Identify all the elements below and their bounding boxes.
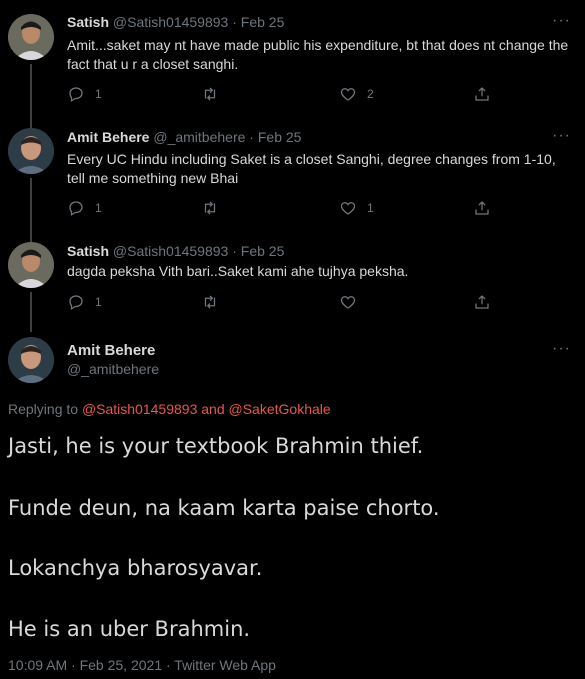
main-tweet-line: Lokanchya bharosyavar.: [8, 556, 263, 580]
avatar[interactable]: [8, 14, 54, 60]
share-button[interactable]: [473, 199, 491, 217]
reply-count: 1: [95, 87, 102, 101]
separator: ·: [245, 129, 258, 145]
tweet-text: Every UC Hindu including Saket is a clos…: [67, 151, 556, 186]
mention-link[interactable]: @Satish01459893: [82, 401, 197, 417]
author-name[interactable]: Satish: [67, 14, 109, 30]
main-author-name[interactable]: Amit Behere: [67, 342, 155, 359]
author-handle[interactable]: @Satish01459893: [113, 14, 228, 30]
reply-button[interactable]: 1: [67, 199, 102, 217]
reply-icon: [69, 201, 83, 216]
replying-prefix: Replying to: [8, 401, 82, 417]
like-button[interactable]: 2: [339, 85, 374, 103]
share-icon: [475, 87, 489, 101]
main-author-handle[interactable]: @_amitbehere: [67, 361, 159, 377]
retweet-button[interactable]: [201, 85, 219, 103]
like-icon: [340, 202, 356, 215]
retweet-icon: [204, 87, 216, 101]
reply-button[interactable]: 1: [67, 293, 102, 311]
avatar[interactable]: [8, 242, 54, 288]
reply-count: 1: [95, 201, 102, 215]
tweet-date[interactable]: Feb 25: [241, 14, 285, 30]
tweet-2[interactable]: Amit Behere @_amitbehere · Feb 25 ··· Ev…: [0, 122, 585, 238]
more-icon[interactable]: ···: [552, 340, 571, 358]
like-button[interactable]: 1: [339, 199, 374, 217]
tweet-text: dagda peksha Vith bari..Saket kami ahe t…: [67, 263, 409, 279]
like-count: 2: [367, 87, 374, 101]
reply-icon: [69, 295, 83, 310]
retweet-icon: [204, 295, 216, 309]
main-tweet-line: Jasti, he is your textbook Brahmin thief…: [8, 434, 424, 458]
separator: ·: [228, 14, 241, 30]
like-icon: [340, 88, 356, 101]
author-handle[interactable]: @_amitbehere: [153, 129, 245, 145]
tweet-date[interactable]: Feb 25: [241, 243, 285, 259]
author-name[interactable]: Amit Behere: [67, 129, 149, 145]
share-button[interactable]: [473, 85, 491, 103]
thread-line: [30, 292, 32, 332]
avatar[interactable]: [8, 128, 54, 174]
share-icon: [475, 295, 489, 309]
share-button[interactable]: [473, 293, 491, 311]
reply-count: 1: [95, 295, 102, 309]
avatar[interactable]: [8, 337, 54, 383]
reply-icon: [69, 87, 83, 102]
tweet-text: Amit...saket may nt have made public his…: [67, 37, 569, 72]
like-count: 1: [367, 201, 374, 215]
thread-line: [30, 64, 32, 122]
like-icon: [340, 296, 356, 309]
replying-and: and: [197, 401, 229, 417]
tweet-meta[interactable]: 10:09 AM · Feb 25, 2021 · Twitter Web Ap…: [8, 657, 276, 673]
replying-to: Replying to @Satish01459893 and @SaketGo…: [8, 401, 331, 417]
tweet-3[interactable]: Satish @Satish01459893 · Feb 25 dagda pe…: [0, 238, 585, 334]
author-name[interactable]: Satish: [67, 243, 109, 259]
tweet-date[interactable]: Feb 25: [258, 129, 302, 145]
like-button[interactable]: [339, 293, 357, 311]
share-icon: [475, 201, 489, 215]
author-handle[interactable]: @Satish01459893: [113, 243, 228, 259]
tweet-1[interactable]: Satish @Satish01459893 · Feb 25 ··· Amit…: [0, 12, 585, 122]
separator: ·: [228, 243, 241, 259]
mention-link[interactable]: @SaketGokhale: [229, 401, 331, 417]
main-tweet-line: Funde deun, na kaam karta paise chorto.: [8, 496, 440, 520]
reply-button[interactable]: 1: [67, 85, 102, 103]
retweet-icon: [204, 201, 216, 215]
more-icon[interactable]: ···: [552, 127, 571, 145]
retweet-button[interactable]: [201, 199, 219, 217]
thread-line: [30, 178, 32, 238]
main-tweet-line: He is an uber Brahmin.: [8, 617, 251, 641]
retweet-button[interactable]: [201, 293, 219, 311]
more-icon[interactable]: ···: [552, 12, 571, 30]
